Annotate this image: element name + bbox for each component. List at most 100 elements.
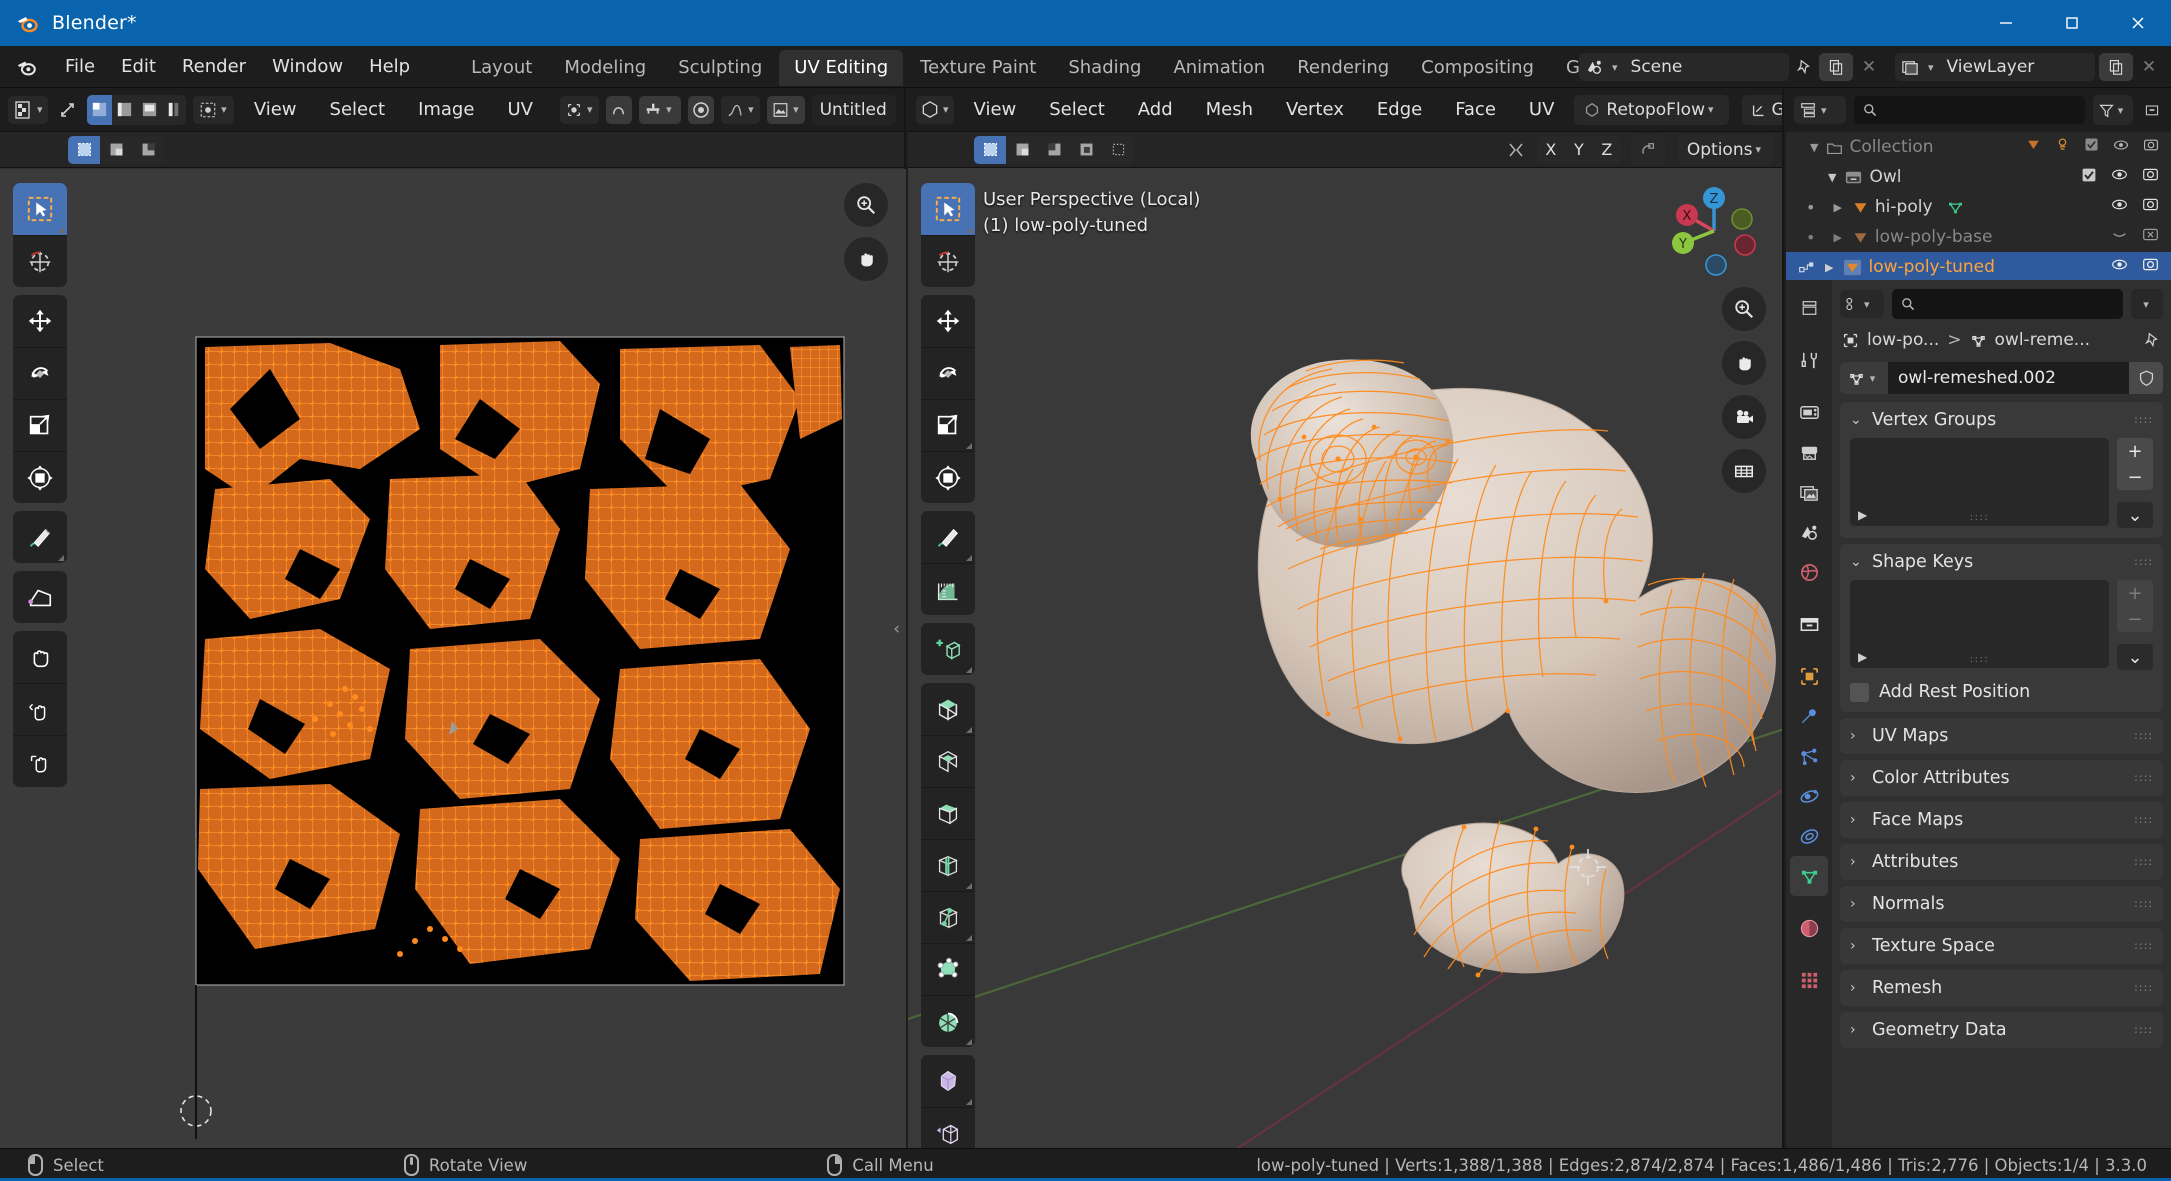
- image-name-field[interactable]: Untitled: [811, 94, 896, 125]
- menu-edit[interactable]: Edit: [108, 52, 169, 81]
- tab-layout[interactable]: Layout: [456, 50, 547, 86]
- checkbox-icon[interactable]: [2084, 137, 2099, 157]
- vp-tool-knife[interactable]: [921, 891, 975, 943]
- properties-tab-physics[interactable]: [1790, 776, 1828, 816]
- vp-select-set-button[interactable]: [974, 135, 1006, 164]
- vp-select-subtract-button[interactable]: [1038, 135, 1070, 164]
- list-expand-icon[interactable]: ▶: [1858, 508, 1867, 522]
- maximize-button[interactable]: [2039, 0, 2105, 46]
- eye-icon[interactable]: [2111, 256, 2128, 278]
- tool-annotate[interactable]: [13, 511, 67, 563]
- panel-remesh[interactable]: › Remesh ::::: [1840, 970, 2163, 1006]
- remove-vertex-group-button[interactable]: −: [2117, 464, 2153, 490]
- topology-mirror-icon[interactable]: [1630, 134, 1665, 165]
- select-subtract-mode-button[interactable]: [132, 135, 164, 164]
- pin-icon[interactable]: [2143, 331, 2161, 349]
- pan-icon[interactable]: [844, 237, 888, 281]
- blender-menu-icon[interactable]: [16, 56, 38, 78]
- menu-render[interactable]: Render: [169, 52, 259, 81]
- outliner-filter-button[interactable]: ▾: [2093, 95, 2133, 125]
- panel-geometry-data[interactable]: › Geometry Data ::::: [1840, 1012, 2163, 1048]
- tab-rendering[interactable]: Rendering: [1282, 50, 1404, 86]
- properties-tab-collection[interactable]: [1790, 604, 1828, 644]
- breadcrumb-object[interactable]: low-po...: [1867, 330, 1939, 350]
- vp-tool-cursor[interactable]: [921, 235, 975, 287]
- panel-grip-icon[interactable]: ::::: [2134, 982, 2153, 993]
- tool-pinch[interactable]: [13, 735, 67, 787]
- image-browse-selector[interactable]: ▾: [767, 95, 805, 124]
- tool-relax[interactable]: [13, 683, 67, 735]
- vp-tool-measure[interactable]: [921, 563, 975, 615]
- viewport-nav-gizmo[interactable]: Z X Y: [1666, 183, 1762, 284]
- vp-menu-select[interactable]: Select: [1036, 95, 1118, 124]
- ortho-grid-icon[interactable]: [1722, 449, 1766, 493]
- uv-select-mode-edge[interactable]: [111, 94, 137, 125]
- camera-render-icon[interactable]: [2143, 137, 2159, 158]
- vp-select-intersect-button[interactable]: [1102, 135, 1134, 164]
- outliner-row-low-poly-base[interactable]: • ▶ low-poly-base: [1786, 222, 2171, 252]
- viewport-options-menu[interactable]: Options ▾: [1676, 134, 1774, 165]
- list-grip-icon[interactable]: ::::: [1970, 655, 1989, 665]
- minimize-button[interactable]: [1973, 0, 2039, 46]
- mesh-orange-icon[interactable]: [2026, 137, 2041, 157]
- uv-sidebar-toggle[interactable]: ‹: [893, 619, 900, 639]
- uv-proportional-edit-toggle[interactable]: [605, 95, 633, 124]
- uv-sticky-selection-selector[interactable]: ▾: [193, 95, 234, 124]
- uv-menu-select[interactable]: Select: [317, 95, 399, 124]
- eye-icon[interactable]: [2113, 137, 2129, 158]
- scene-datablock[interactable]: ▾ Scene: [1579, 53, 1789, 81]
- panel-grip-icon[interactable]: ::::: [2134, 730, 2153, 741]
- vp-tool-bevel[interactable]: [921, 787, 975, 839]
- properties-tab-modifier[interactable]: [1790, 696, 1828, 736]
- checkbox-ic[interactable]: [2081, 167, 2097, 188]
- camera-icon[interactable]: [1722, 395, 1766, 439]
- add-shape-key-button[interactable]: +: [2117, 580, 2153, 606]
- viewport-canvas[interactable]: User Perspective (Local) (1) low-poly-tu…: [908, 169, 1782, 1148]
- properties-tab-object-data[interactable]: [1790, 856, 1828, 896]
- outliner-row-owl[interactable]: ▼ Owl: [1786, 162, 2171, 192]
- panel-grip-icon[interactable]: ::::: [2134, 414, 2153, 425]
- disclosure-triangle-icon[interactable]: ▶: [1833, 201, 1841, 214]
- mirror-axis-y[interactable]: Y: [1564, 135, 1593, 164]
- properties-tab-scene[interactable]: [1790, 512, 1828, 552]
- tab-texture-paint[interactable]: Texture Paint: [905, 50, 1051, 86]
- tab-animation[interactable]: Animation: [1158, 50, 1280, 86]
- properties-tab-texture[interactable]: [1790, 960, 1828, 1000]
- vp-tool-poly-build[interactable]: [921, 943, 975, 995]
- vp-tool-spin[interactable]: [921, 995, 975, 1047]
- breadcrumb-mesh[interactable]: owl-reme...: [1995, 330, 2090, 350]
- vp-tool-transform[interactable]: [921, 451, 975, 503]
- properties-tab-world[interactable]: [1790, 552, 1828, 592]
- vp-menu-edge[interactable]: Edge: [1364, 95, 1435, 124]
- vp-menu-face[interactable]: Face: [1442, 95, 1509, 124]
- properties-editor-type-selector[interactable]: [1790, 288, 1828, 328]
- vp-tool-shrink-fatten[interactable]: [921, 1107, 975, 1148]
- vp-tool-inset-faces[interactable]: [921, 735, 975, 787]
- mirror-axis-z[interactable]: Z: [1592, 135, 1621, 164]
- panel-face-maps[interactable]: › Face Maps ::::: [1840, 802, 2163, 838]
- properties-tab-tool[interactable]: [1790, 340, 1828, 380]
- menu-file[interactable]: File: [52, 52, 108, 81]
- panel-texture-space[interactable]: › Texture Space ::::: [1840, 928, 2163, 964]
- pivot-point-selector[interactable]: ▾: [559, 95, 599, 124]
- add-vertex-group-button[interactable]: +: [2117, 438, 2153, 464]
- disclosure-triangle-icon[interactable]: ▶: [1833, 231, 1841, 244]
- uv-menu-image[interactable]: Image: [405, 95, 487, 124]
- uv-canvas[interactable]: ‹: [0, 169, 906, 1148]
- tool-move[interactable]: [13, 295, 67, 347]
- panel-grip-icon[interactable]: ::::: [2134, 856, 2153, 867]
- menu-window[interactable]: Window: [259, 52, 356, 81]
- panel-color-attributes[interactable]: › Color Attributes ::::: [1840, 760, 2163, 796]
- zoom-icon[interactable]: [1722, 287, 1766, 331]
- list-grip-icon[interactable]: ::::: [1970, 513, 1989, 523]
- pan-icon[interactable]: [1722, 341, 1766, 385]
- vp-select-invert-button[interactable]: [1070, 135, 1102, 164]
- tab-modeling[interactable]: Modeling: [549, 50, 661, 86]
- viewport-editor-type-selector[interactable]: ▾: [916, 95, 954, 124]
- camera-render-icon[interactable]: [2142, 256, 2159, 278]
- vp-tool-annotate[interactable]: [921, 511, 975, 563]
- properties-tab-output[interactable]: [1790, 432, 1828, 472]
- eye-closed-icon[interactable]: [2111, 226, 2128, 248]
- properties-tab-material[interactable]: [1790, 908, 1828, 948]
- properties-tab-constraints[interactable]: [1790, 816, 1828, 856]
